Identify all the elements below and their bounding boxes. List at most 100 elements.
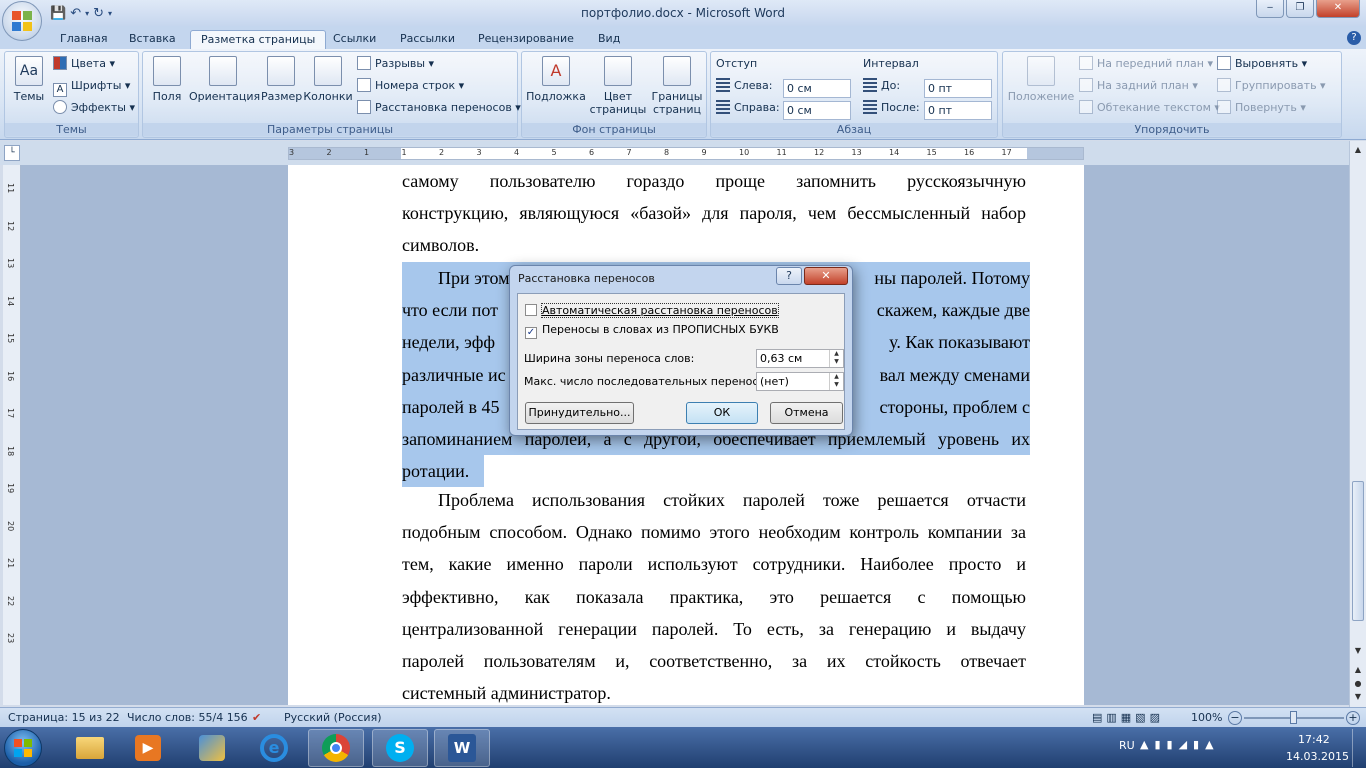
manual-button[interactable]: Принудительно... bbox=[525, 402, 634, 424]
tray-icons[interactable]: ▲▮▮◢▮▲ bbox=[1140, 738, 1220, 751]
paint-icon[interactable] bbox=[184, 729, 240, 767]
start-button[interactable] bbox=[4, 729, 42, 767]
vertical-scrollbar[interactable]: ▲ ▼ ▲ ● ▼ bbox=[1349, 141, 1366, 707]
spacing-after-text: После: bbox=[881, 101, 920, 114]
ruler-tick: 20 bbox=[6, 520, 15, 531]
rotate-button[interactable]: Повернуть ▾ bbox=[1217, 98, 1306, 118]
margins-button[interactable]: Поля bbox=[149, 56, 185, 103]
breaks-icon bbox=[357, 56, 371, 70]
word-taskbar-icon[interactable]: W bbox=[434, 729, 490, 767]
wrap-text-icon bbox=[1079, 100, 1093, 114]
tab-view[interactable]: Вид bbox=[598, 30, 620, 50]
effects-button[interactable]: Эффекты ▾ bbox=[53, 98, 135, 118]
dialog-close-button[interactable]: ✕ bbox=[804, 267, 848, 285]
ie-icon[interactable]: e bbox=[246, 729, 302, 767]
page-borders-button[interactable]: Границы страниц bbox=[648, 56, 706, 116]
align-button[interactable]: Выровнять ▾ bbox=[1217, 54, 1307, 74]
themes-button[interactable]: Aa Темы bbox=[9, 56, 49, 103]
tab-review[interactable]: Рецензирование bbox=[478, 30, 574, 50]
zoom-slider-thumb[interactable] bbox=[1290, 711, 1297, 724]
media-player-icon[interactable]: ▶ bbox=[120, 729, 176, 767]
spacing-after-input[interactable]: 0 пт bbox=[924, 101, 992, 120]
vertical-ruler[interactable]: 11 12 13 14 15 16 17 18 19 20 21 22 23 bbox=[3, 165, 21, 705]
send-back-button[interactable]: На задний план ▾ bbox=[1079, 76, 1198, 96]
columns-button[interactable]: Колонки bbox=[303, 56, 353, 103]
indent-right-input[interactable]: 0 см bbox=[783, 101, 851, 120]
tab-home[interactable]: Главная bbox=[60, 30, 108, 50]
indent-left-input[interactable]: 0 см bbox=[783, 79, 851, 98]
zoom-in-icon[interactable]: + bbox=[1346, 711, 1360, 725]
chrome-icon[interactable] bbox=[308, 729, 364, 767]
horizontal-ruler[interactable]: 3 2 1 1 2 3 4 5 6 7 8 9 10 11 12 13 14 15 16 17 bbox=[288, 147, 1084, 160]
zone-width-input[interactable]: 0,63 см ▲ ▼ bbox=[756, 349, 844, 368]
skype-icon[interactable]: S bbox=[372, 729, 428, 767]
zone-width-spin-icon[interactable]: ▲ ▼ bbox=[829, 350, 843, 367]
group-label-paragraph: Абзац bbox=[711, 123, 997, 136]
page-count[interactable]: Страница: 15 из 22 bbox=[8, 708, 120, 727]
tab-selector-icon[interactable]: └ bbox=[4, 145, 20, 161]
help-icon[interactable]: ? bbox=[1347, 31, 1361, 45]
wrap-text-button[interactable]: Обтекание текстом ▾ bbox=[1079, 98, 1220, 118]
dialog-help-button[interactable]: ? bbox=[776, 267, 802, 285]
tab-references[interactable]: Ссылки bbox=[333, 30, 376, 50]
columns-icon bbox=[314, 56, 342, 86]
effects-label: Эффекты bbox=[71, 101, 126, 114]
scroll-down-icon[interactable]: ▼ bbox=[1351, 646, 1365, 660]
zoom-level[interactable]: 100% bbox=[1191, 708, 1222, 727]
spacing-before-input[interactable]: 0 пт bbox=[924, 79, 992, 98]
max-consecutive-label: Макс. число последовательных переносов: bbox=[524, 375, 776, 388]
next-page-icon[interactable]: ▼ bbox=[1351, 692, 1365, 704]
colors-button[interactable]: Цвета ▾ bbox=[53, 54, 115, 74]
view-buttons-icon[interactable]: ▤▥▦▧▨ bbox=[1092, 708, 1164, 727]
caps-hyphenation-checkbox[interactable]: ✓ Переносы в словах из ПРОПИСНЫХ БУКВ bbox=[525, 323, 779, 339]
close-button[interactable]: ✕ bbox=[1316, 0, 1360, 18]
cancel-button[interactable]: Отмена bbox=[770, 402, 843, 424]
input-language[interactable]: RU bbox=[1119, 739, 1135, 752]
undo-icon[interactable]: ↶ bbox=[70, 6, 81, 21]
office-button[interactable] bbox=[2, 1, 42, 41]
word-count[interactable]: Число слов: 55/4 156 bbox=[127, 708, 248, 727]
breaks-button[interactable]: Разрывы ▾ bbox=[357, 54, 434, 74]
scroll-thumb[interactable] bbox=[1352, 481, 1364, 621]
explorer-icon[interactable] bbox=[62, 729, 118, 767]
page-color-button[interactable]: Цвет страницы bbox=[588, 56, 648, 116]
line-numbers-button[interactable]: Номера строк ▾ bbox=[357, 76, 464, 96]
redo-icon[interactable]: ↻ bbox=[93, 6, 104, 21]
page-color-label-2: страницы bbox=[589, 103, 647, 116]
auto-hyphenation-checkbox[interactable]: Автоматическая расстановка переносов bbox=[525, 303, 779, 318]
scroll-up-icon[interactable]: ▲ bbox=[1351, 145, 1365, 159]
zoom-out-icon[interactable]: − bbox=[1228, 711, 1242, 725]
language[interactable]: Русский (Россия) bbox=[284, 708, 382, 727]
clock-date[interactable]: 14.03.2015 bbox=[1286, 750, 1349, 763]
orientation-button[interactable]: Ориентация bbox=[189, 56, 260, 103]
clock-time[interactable]: 17:42 bbox=[1298, 733, 1330, 746]
undo-dropdown-icon[interactable]: ▾ bbox=[85, 9, 89, 18]
group-objects-button[interactable]: Группировать ▾ bbox=[1217, 76, 1326, 96]
page-borders-label-1: Границы bbox=[651, 90, 703, 103]
tab-insert[interactable]: Вставка bbox=[129, 30, 176, 50]
ruler-tick: 23 bbox=[6, 633, 15, 644]
maximize-button[interactable]: ❐ bbox=[1286, 0, 1314, 18]
tab-page-layout[interactable]: Разметка страницы bbox=[190, 30, 327, 50]
max-consecutive-input[interactable]: (нет) ▲ ▼ bbox=[756, 372, 844, 391]
indent-left-icon bbox=[716, 78, 730, 92]
show-desktop-button[interactable] bbox=[1352, 729, 1364, 767]
max-consecutive-spin-icon[interactable]: ▲ ▼ bbox=[829, 373, 843, 390]
ruler-tick: 6 bbox=[589, 148, 595, 157]
browse-object-icon[interactable]: ● bbox=[1351, 679, 1365, 691]
rotate-label: Повернуть bbox=[1235, 101, 1297, 114]
page-color-icon bbox=[604, 56, 632, 86]
tab-mailings[interactable]: Рассылки bbox=[400, 30, 455, 50]
proofing-icon[interactable]: ✔ bbox=[252, 708, 261, 727]
position-button[interactable]: Положение bbox=[1007, 56, 1075, 103]
hyphenation-button[interactable]: Расстановка переносов ▾ bbox=[357, 98, 521, 118]
save-icon[interactable]: 💾 bbox=[50, 6, 66, 21]
size-button[interactable]: Размер bbox=[261, 56, 302, 103]
bring-front-button[interactable]: На передний план ▾ bbox=[1079, 54, 1213, 74]
customize-qat-icon[interactable]: ▾ bbox=[108, 9, 112, 18]
ok-button[interactable]: ОК bbox=[686, 402, 758, 424]
watermark-button[interactable]: A Подложка bbox=[526, 56, 586, 103]
prev-page-icon[interactable]: ▲ bbox=[1351, 665, 1365, 677]
fonts-button[interactable]: A Шрифты ▾ bbox=[53, 76, 130, 97]
minimize-button[interactable]: ‒ bbox=[1256, 0, 1284, 18]
